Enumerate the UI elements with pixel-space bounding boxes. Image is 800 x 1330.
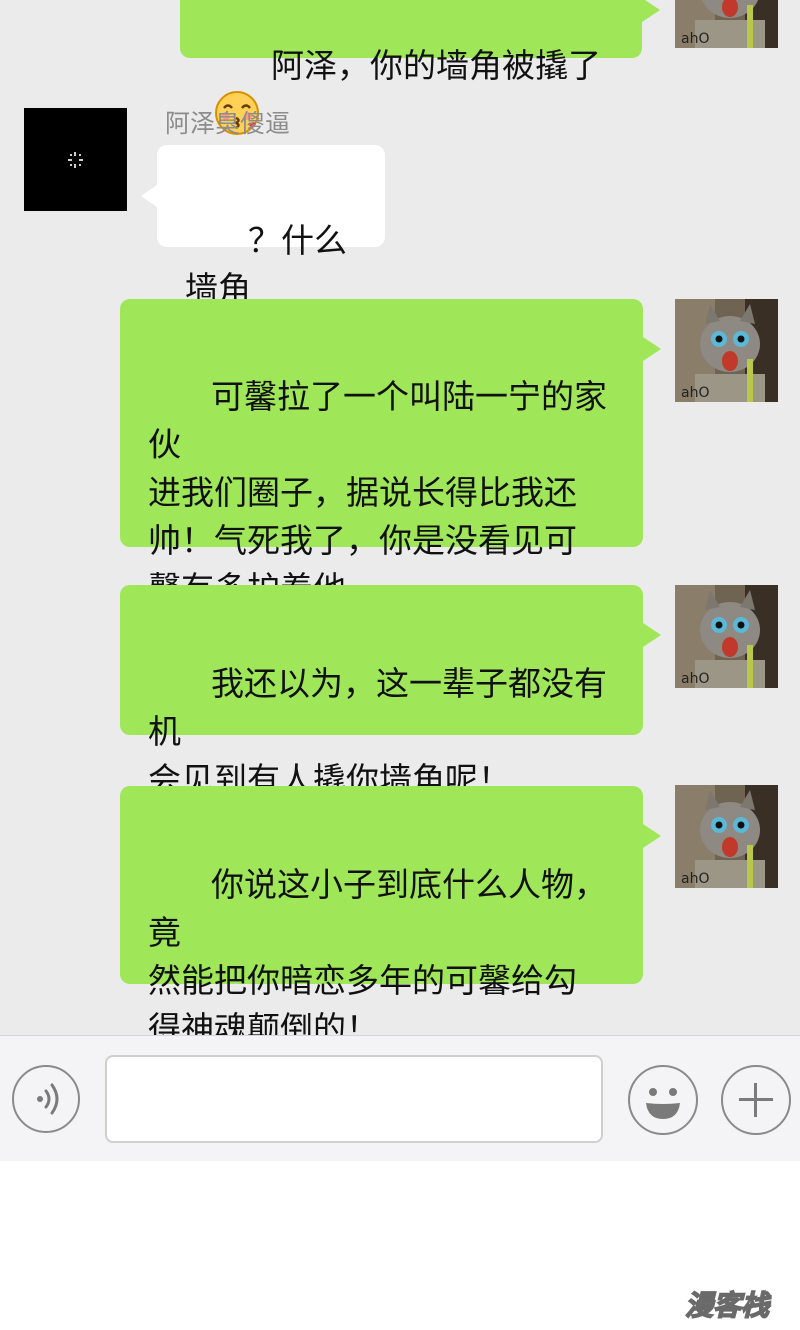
voice-button[interactable] [12, 1065, 80, 1133]
sender-name: 阿泽臭傻逼 [165, 109, 291, 138]
message-text: 可馨拉了一个叫陆一宁的家伙 进我们圈子，据说长得比我还 帅！气死我了，你是没看见… [148, 377, 607, 608]
chat-screen: 阿泽，你的墙角被撬了 ahO 阿泽臭傻逼 ？什么墙角 可馨拉了一个叫陆一宁的家伙… [0, 0, 800, 1330]
voice-wave-icon [37, 1083, 59, 1115]
my-avatar[interactable]: ahO [675, 585, 778, 688]
my-avatar[interactable]: ahO [675, 299, 778, 402]
svg-text:ahO: ahO [681, 31, 709, 47]
watermark-logo: 漫客栈 [668, 1284, 786, 1324]
chat-message-area[interactable]: 阿泽，你的墙角被撬了 ahO 阿泽臭傻逼 ？什么墙角 可馨拉了一个叫陆一宁的家伙… [0, 0, 800, 1035]
outgoing-message-bubble[interactable]: 你说这小子到底什么人物，竟 然能把你暗恋多年的可馨给勾 得神魂颠倒的！ [120, 786, 661, 1035]
incoming-message-bubble[interactable]: ？什么墙角 [141, 145, 385, 308]
svg-text:漫客栈: 漫客栈 [685, 1289, 772, 1322]
outgoing-message-bubble[interactable]: 我还以为，这一辈子都没有机 会见到有人撬你墙角呢！ [120, 585, 661, 799]
emoji-button[interactable] [628, 1065, 698, 1135]
svg-text:ahO: ahO [681, 385, 709, 401]
outgoing-message-bubble[interactable]: 可馨拉了一个叫陆一宁的家伙 进我们圈子，据说长得比我还 帅！气死我了，你是没看见… [120, 299, 661, 608]
message-text: 阿泽，你的墙角被撬了 [270, 46, 601, 85]
message-text: ？什么墙角 [185, 221, 347, 308]
my-avatar[interactable]: ahO [675, 0, 778, 48]
chat-input-bar [0, 1035, 800, 1161]
plus-button[interactable] [721, 1065, 791, 1135]
message-text: 我还以为，这一辈子都没有机 会见到有人撬你墙角呢！ [148, 664, 607, 799]
plus-icon [739, 1083, 773, 1117]
message-input[interactable] [105, 1055, 603, 1143]
svg-text:ahO: ahO [681, 671, 709, 687]
outgoing-message-bubble[interactable]: 阿泽，你的墙角被撬了 [180, 0, 660, 135]
contact-avatar[interactable] [24, 108, 127, 211]
my-avatar[interactable]: ahO [675, 785, 778, 888]
svg-text:ahO: ahO [681, 871, 709, 887]
message-text: 你说这小子到底什么人物，竟 然能把你暗恋多年的可馨给勾 得神魂颠倒的！ [148, 865, 607, 1035]
smiley-icon [646, 1088, 680, 1119]
